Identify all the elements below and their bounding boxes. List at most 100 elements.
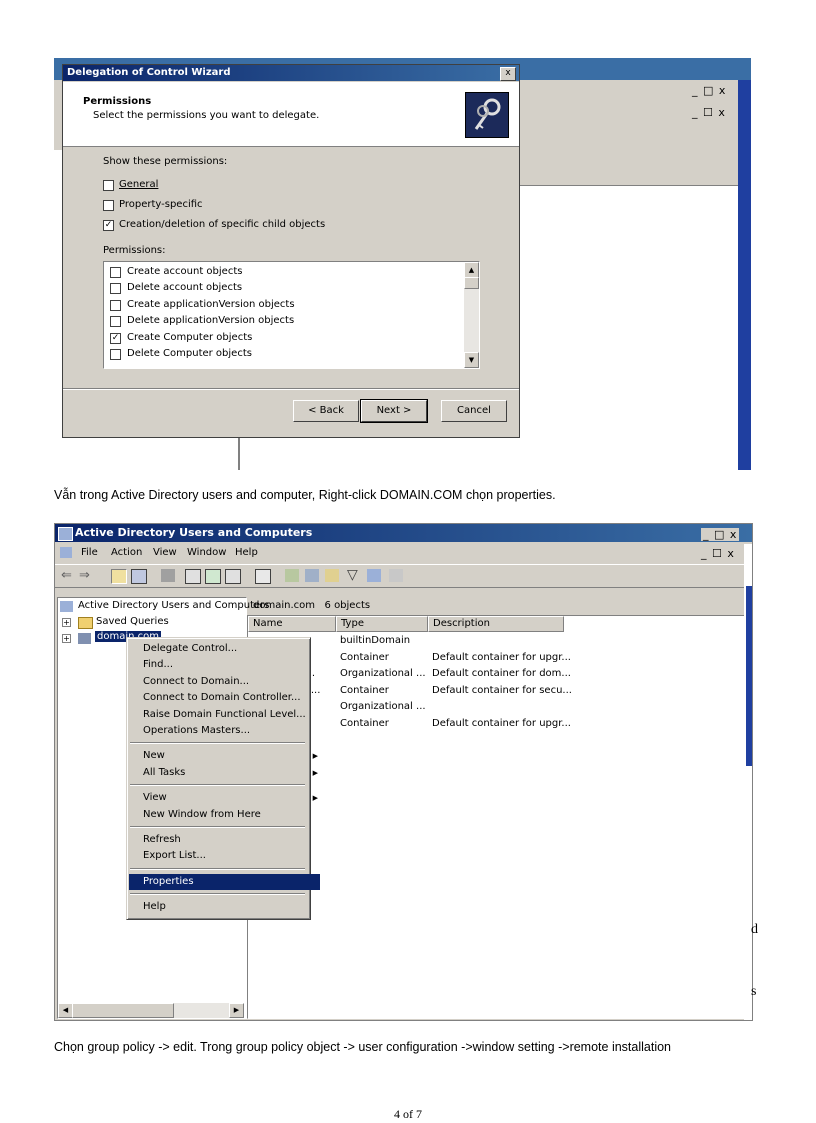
right-edge-blue [746,586,752,766]
column-header-description[interactable]: Description [428,616,564,632]
permission-item[interactable]: ✓ Create Computer objects [110,331,460,346]
permission-checkbox[interactable]: ✓ [110,332,121,344]
context-menu-item[interactable]: New Window from Here [127,807,324,823]
back-arrow-icon[interactable]: ⇐ [61,568,72,583]
filter-child-objects[interactable]: ✓ Creation/deletion of specific child ob… [103,218,403,232]
filter-general-checkbox[interactable] [103,180,114,191]
permissions-scrollbar[interactable]: ▲ ▼ [464,262,479,368]
submenu-arrow-icon: ▶ [312,794,318,803]
menu-help[interactable]: Help [235,547,258,558]
new-user-icon[interactable] [285,569,299,582]
permission-checkbox[interactable] [110,267,121,278]
filter-property-specific[interactable]: Property-specific [103,198,303,212]
menu-view[interactable]: View [153,547,177,558]
menu-action[interactable]: Action [111,547,142,558]
filter-property-checkbox[interactable] [103,200,114,211]
menu-separator [130,893,305,896]
next-button[interactable]: Next > [360,399,428,423]
forward-arrow-icon[interactable]: ⇒ [79,568,90,583]
menu-bar: File Action View Window Help _ ☐ x [55,544,752,562]
add-to-group-icon[interactable] [389,569,403,582]
context-menu-item[interactable]: View ▶ [127,790,324,806]
permissions-label: Permissions: [103,245,166,256]
wizard-title: Delegation of Control Wizard [67,67,231,78]
screenshot-delegation-wizard: _ □ x _ ☐ x Delegation of Control Wizard… [54,58,751,470]
context-menu-item[interactable]: Connect to Domain... [127,674,324,690]
permission-item[interactable]: Create applicationVersion objects [110,298,460,313]
cell-type: Container [340,651,389,663]
aduc-inner-controls[interactable]: _ ☐ x [701,547,735,560]
permission-label: Create account objects [127,266,243,277]
context-menu-label: Delegate Control... [143,643,238,654]
context-menu-item[interactable]: Connect to Domain Controller... [127,690,324,706]
permission-checkbox[interactable] [110,283,121,295]
aduc-window-controls[interactable]: _ □ x [701,528,740,541]
background-list-header [516,171,738,186]
context-menu-label: All Tasks [143,766,186,778]
scroll-right-button[interactable]: ▶ [229,1003,244,1018]
cancel-button[interactable]: Cancel [441,400,507,422]
scroll-left-button[interactable]: ◀ [58,1003,73,1018]
help-icon[interactable] [255,569,271,584]
permission-checkbox[interactable] [110,299,121,311]
context-menu-item[interactable]: All Tasks ▶ [127,765,324,781]
context-menu-label: New [143,750,165,762]
context-menu-label: Export List... [143,850,206,862]
context-menu-label: Refresh [143,834,181,845]
context-menu: Delegate Control... Find... Connect to Dom… [126,637,320,920]
wizard-header-title: Permissions [83,96,152,107]
permissions-list[interactable]: Create account objects Delete account obj… [103,261,480,369]
permission-item[interactable]: Delete Computer objects [110,347,460,362]
wizard-header: Permissions Select the permissions you w… [63,82,519,147]
show-tree-icon[interactable] [131,569,147,584]
screenshot-aduc: Active Directory Users and Computers _ □… [54,523,758,1021]
context-menu-item[interactable]: Refresh [127,832,324,848]
refresh-icon[interactable] [205,569,221,584]
menu-file[interactable]: File [81,547,98,558]
context-menu-item[interactable]: New ▶ [127,748,324,764]
back-button[interactable]: < Back [293,400,359,422]
wizard-title-bar: Delegation of Control Wizard [63,65,519,81]
filter-icon[interactable]: ▽ [347,567,358,583]
scroll-down-button[interactable]: ▼ [464,352,479,368]
new-group-icon[interactable] [305,569,319,582]
wizard-close-button[interactable]: x [500,67,516,81]
filter-general-label: General [119,179,159,190]
column-header-type[interactable]: Type [336,616,428,632]
permission-checkbox[interactable] [110,316,121,328]
permission-item[interactable]: Create account objects [110,265,460,280]
scroll-up-button[interactable]: ▲ [464,262,479,278]
delete-icon[interactable] [161,569,175,582]
up-folder-icon[interactable] [111,569,127,584]
context-menu-item[interactable]: Find... [127,657,324,673]
properties-icon[interactable] [185,569,201,584]
new-ou-icon[interactable] [325,569,339,582]
bg-inner-controls[interactable]: _ ☐ x [692,106,726,119]
context-menu-item[interactable]: Help [127,899,324,915]
cell-type: builtinDomain [340,635,411,646]
filter-child-label: Creation/deletion of specific child obje… [119,219,326,230]
find-icon[interactable] [367,569,381,582]
menu-window[interactable]: Window [187,547,226,558]
tree-hscrollbar[interactable]: ◀ ▶ [58,1003,244,1018]
column-header-name[interactable]: Name [248,616,336,632]
context-menu-item[interactable]: Export List... [127,848,324,864]
permission-item[interactable]: Delete applicationVersion objects [110,314,460,329]
scroll-hthumb[interactable] [72,1003,174,1018]
context-menu-item[interactable]: Raise Domain Functional Level... [127,707,324,723]
scroll-thumb[interactable] [464,277,479,289]
filter-general[interactable]: General [103,178,303,192]
expand-plus-icon[interactable]: + [62,618,71,627]
bg-window-controls[interactable]: _ □ x [692,84,726,97]
background-divider [238,436,240,470]
permission-item[interactable]: Delete account objects [110,281,460,296]
export-icon[interactable] [225,569,241,584]
context-menu-item[interactable]: Operations Masters... [127,723,324,739]
filter-child-checkbox[interactable]: ✓ [103,220,114,231]
context-menu-item[interactable]: Properties [129,873,320,890]
context-menu-label: View [143,792,167,804]
context-menu-item[interactable]: Delegate Control... [127,641,324,657]
cell-desc: Default container for dom... [432,668,571,680]
expand-plus-icon[interactable]: + [62,634,71,643]
permission-checkbox[interactable] [110,349,121,360]
